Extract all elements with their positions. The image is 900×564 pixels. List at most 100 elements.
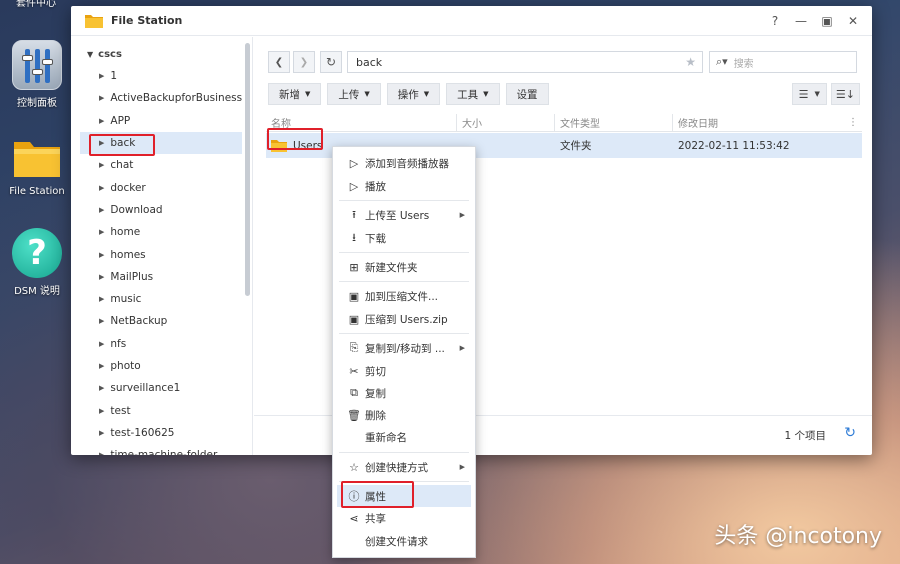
tree-item-1[interactable]: ▶ 1 <box>71 65 252 87</box>
forward-button[interactable]: ❯ <box>293 51 315 73</box>
column-header-label: 名称 <box>271 119 291 130</box>
tree-item-download[interactable]: ▶ Download <box>71 199 252 221</box>
menu-item-new-folder[interactable]: ⊞ 新建文件夹 <box>337 256 471 278</box>
caret-right-icon[interactable]: ▶ <box>99 273 104 281</box>
chevron-right-icon: ❯ <box>299 56 309 68</box>
menu-item-label: 创建快捷方式 <box>365 461 428 474</box>
menu-item-create-shortcut[interactable]: ☆ 创建快捷方式 ▶ <box>337 456 471 478</box>
view-mode-button[interactable]: ☰ ▼ <box>791 83 827 105</box>
tree-item-photo[interactable]: ▶ photo <box>71 355 252 377</box>
tree-scrollbar[interactable] <box>245 43 250 296</box>
caret-right-icon[interactable]: ▶ <box>99 117 104 125</box>
tree-item-docker[interactable]: ▶ docker <box>71 176 252 198</box>
caret-right-icon[interactable]: ▶ <box>99 72 104 80</box>
new-button[interactable]: 新增 ▼ <box>268 83 322 105</box>
back-button[interactable]: ❮ <box>268 51 290 73</box>
tree-item-test[interactable]: ▶ test <box>71 399 252 421</box>
menu-divider <box>339 281 469 282</box>
tree-item-homes[interactable]: ▶ homes <box>71 243 252 265</box>
caret-down-icon[interactable]: ▼ <box>87 50 93 59</box>
search-input[interactable]: ⌕▾ 搜索 <box>709 51 857 73</box>
more-options-icon[interactable]: ⋮ <box>848 117 858 128</box>
minimize-button[interactable]: — <box>790 11 812 31</box>
caret-right-icon[interactable]: ▶ <box>99 429 104 437</box>
close-button[interactable]: ✕ <box>842 11 864 31</box>
tree-item-music[interactable]: ▶ music <box>71 288 252 310</box>
caret-right-icon[interactable]: ▶ <box>99 407 104 415</box>
tree-item-time-machine-folder[interactable]: ▶ time-machine-folder <box>71 444 252 455</box>
tree-item-netbackup[interactable]: ▶ NetBackup <box>71 310 252 332</box>
tree-item-mailplus[interactable]: ▶ MailPlus <box>71 266 252 288</box>
caret-right-icon[interactable]: ▶ <box>99 94 104 102</box>
caret-right-icon[interactable]: ▶ <box>99 206 104 214</box>
tree-item-label: test-160625 <box>110 426 175 439</box>
path-field[interactable]: back ★ <box>347 51 703 73</box>
menu-item-label: 压缩到 Users.zip <box>365 313 448 326</box>
control-panel-icon <box>12 40 62 90</box>
menu-item-file-request[interactable]: 创建文件请求 <box>337 530 471 552</box>
column-header-type[interactable]: 文件类型 <box>555 114 673 131</box>
caret-right-icon[interactable]: ▶ <box>99 362 104 370</box>
caret-right-icon[interactable]: ▶ <box>99 295 104 303</box>
upload-button[interactable]: 上传 ▼ <box>327 83 381 105</box>
tree-item-surveillance1[interactable]: ▶ surveillance1 <box>71 377 252 399</box>
menu-item-cut[interactable]: ✂ 剪切 <box>337 360 471 382</box>
desktop-icon-dsm-help[interactable]: ? DSM 说明 <box>0 228 74 297</box>
caret-right-icon[interactable]: ▶ <box>99 451 104 455</box>
caret-down-icon: ▼ <box>423 90 430 98</box>
menu-item-share[interactable]: ⋖ 共享 <box>337 507 471 529</box>
tree-item-label: home <box>110 226 141 239</box>
menu-item-compress-to[interactable]: ▣ 压缩到 Users.zip <box>337 308 471 330</box>
caret-right-icon[interactable]: ▶ <box>99 139 104 147</box>
sort-button[interactable]: ☰↓ <box>830 83 860 105</box>
tools-button[interactable]: 工具 ▼ <box>446 83 500 105</box>
desktop-icon-file-station[interactable]: File Station <box>0 132 74 197</box>
menu-item-rename[interactable]: 重新命名 <box>337 426 471 448</box>
caret-right-icon[interactable]: ▶ <box>99 384 104 392</box>
caret-right-icon[interactable]: ▶ <box>99 317 104 325</box>
action-button[interactable]: 操作 ▼ <box>386 83 441 105</box>
tree-item-home[interactable]: ▶ home <box>71 221 252 243</box>
menu-item-add-to-player[interactable]: ▷ 添加到音频播放器 <box>337 152 471 174</box>
caret-right-icon[interactable]: ▶ <box>99 228 104 236</box>
tree-item-app[interactable]: ▶ APP <box>71 110 252 132</box>
star-icon[interactable]: ★ <box>685 55 696 69</box>
help-button[interactable]: ? <box>764 11 786 31</box>
menu-item-delete[interactable]: 🗑 删除 <box>337 404 471 426</box>
tree-item-chat[interactable]: ▶ chat <box>71 154 252 176</box>
column-header-size[interactable]: 大小 <box>457 114 555 131</box>
tree-item-nfs[interactable]: ▶ nfs <box>71 333 252 355</box>
column-header-label: 大小 <box>462 119 482 130</box>
tree-item-back[interactable]: ▶ back <box>80 131 242 155</box>
tree-item-activebackup[interactable]: ▶ ActiveBackupforBusiness <box>71 87 252 109</box>
folder-icon <box>85 14 103 28</box>
menu-item-play[interactable]: ▷ 播放 <box>337 175 471 197</box>
window-titlebar[interactable]: File Station ? — ▣ ✕ <box>71 6 872 36</box>
file-modified: 2022-02-11 11:53:42 <box>678 139 790 152</box>
menu-item-properties[interactable]: ⓘ 属性 <box>337 485 471 507</box>
menu-item-copy-move[interactable]: ⎘ 复制到/移动到 ... ▶ <box>337 337 471 359</box>
refresh-button[interactable]: ↻ <box>320 51 342 73</box>
settings-button[interactable]: 设置 <box>505 83 549 105</box>
menu-item-label: 上传至 Users <box>365 209 430 222</box>
menu-item-download[interactable]: ⭳ 下载 <box>337 227 471 249</box>
caret-right-icon[interactable]: ▶ <box>99 161 104 169</box>
search-icon[interactable]: ⌕▾ <box>716 55 728 69</box>
upload-button-label: 上传 <box>338 88 360 101</box>
menu-item-label: 删除 <box>365 409 386 422</box>
caret-right-icon[interactable]: ▶ <box>99 340 104 348</box>
desktop-icon-control-panel[interactable]: 控制面板 <box>0 40 74 109</box>
menu-item-upload-to[interactable]: ⭱ 上传至 Users ▶ <box>337 204 471 226</box>
menu-item-label: 剪切 <box>365 365 386 378</box>
tree-root-cscs[interactable]: ▼ cscs <box>71 43 252 65</box>
maximize-button[interactable]: ▣ <box>816 11 838 31</box>
refresh-icon[interactable]: ↻ <box>844 425 856 441</box>
tree-item-test-160625[interactable]: ▶ test-160625 <box>71 422 252 444</box>
dsm-help-label: DSM 说明 <box>14 286 60 297</box>
menu-item-add-to-archive[interactable]: ▣ 加到压缩文件... <box>337 285 471 307</box>
column-header-name[interactable]: 名称 <box>266 114 457 131</box>
caret-right-icon[interactable]: ▶ <box>99 251 104 259</box>
column-header-modified[interactable]: 修改日期 ⋮ <box>673 114 862 131</box>
caret-right-icon[interactable]: ▶ <box>99 184 104 192</box>
menu-item-copy[interactable]: ⧉ 复制 <box>337 382 471 404</box>
